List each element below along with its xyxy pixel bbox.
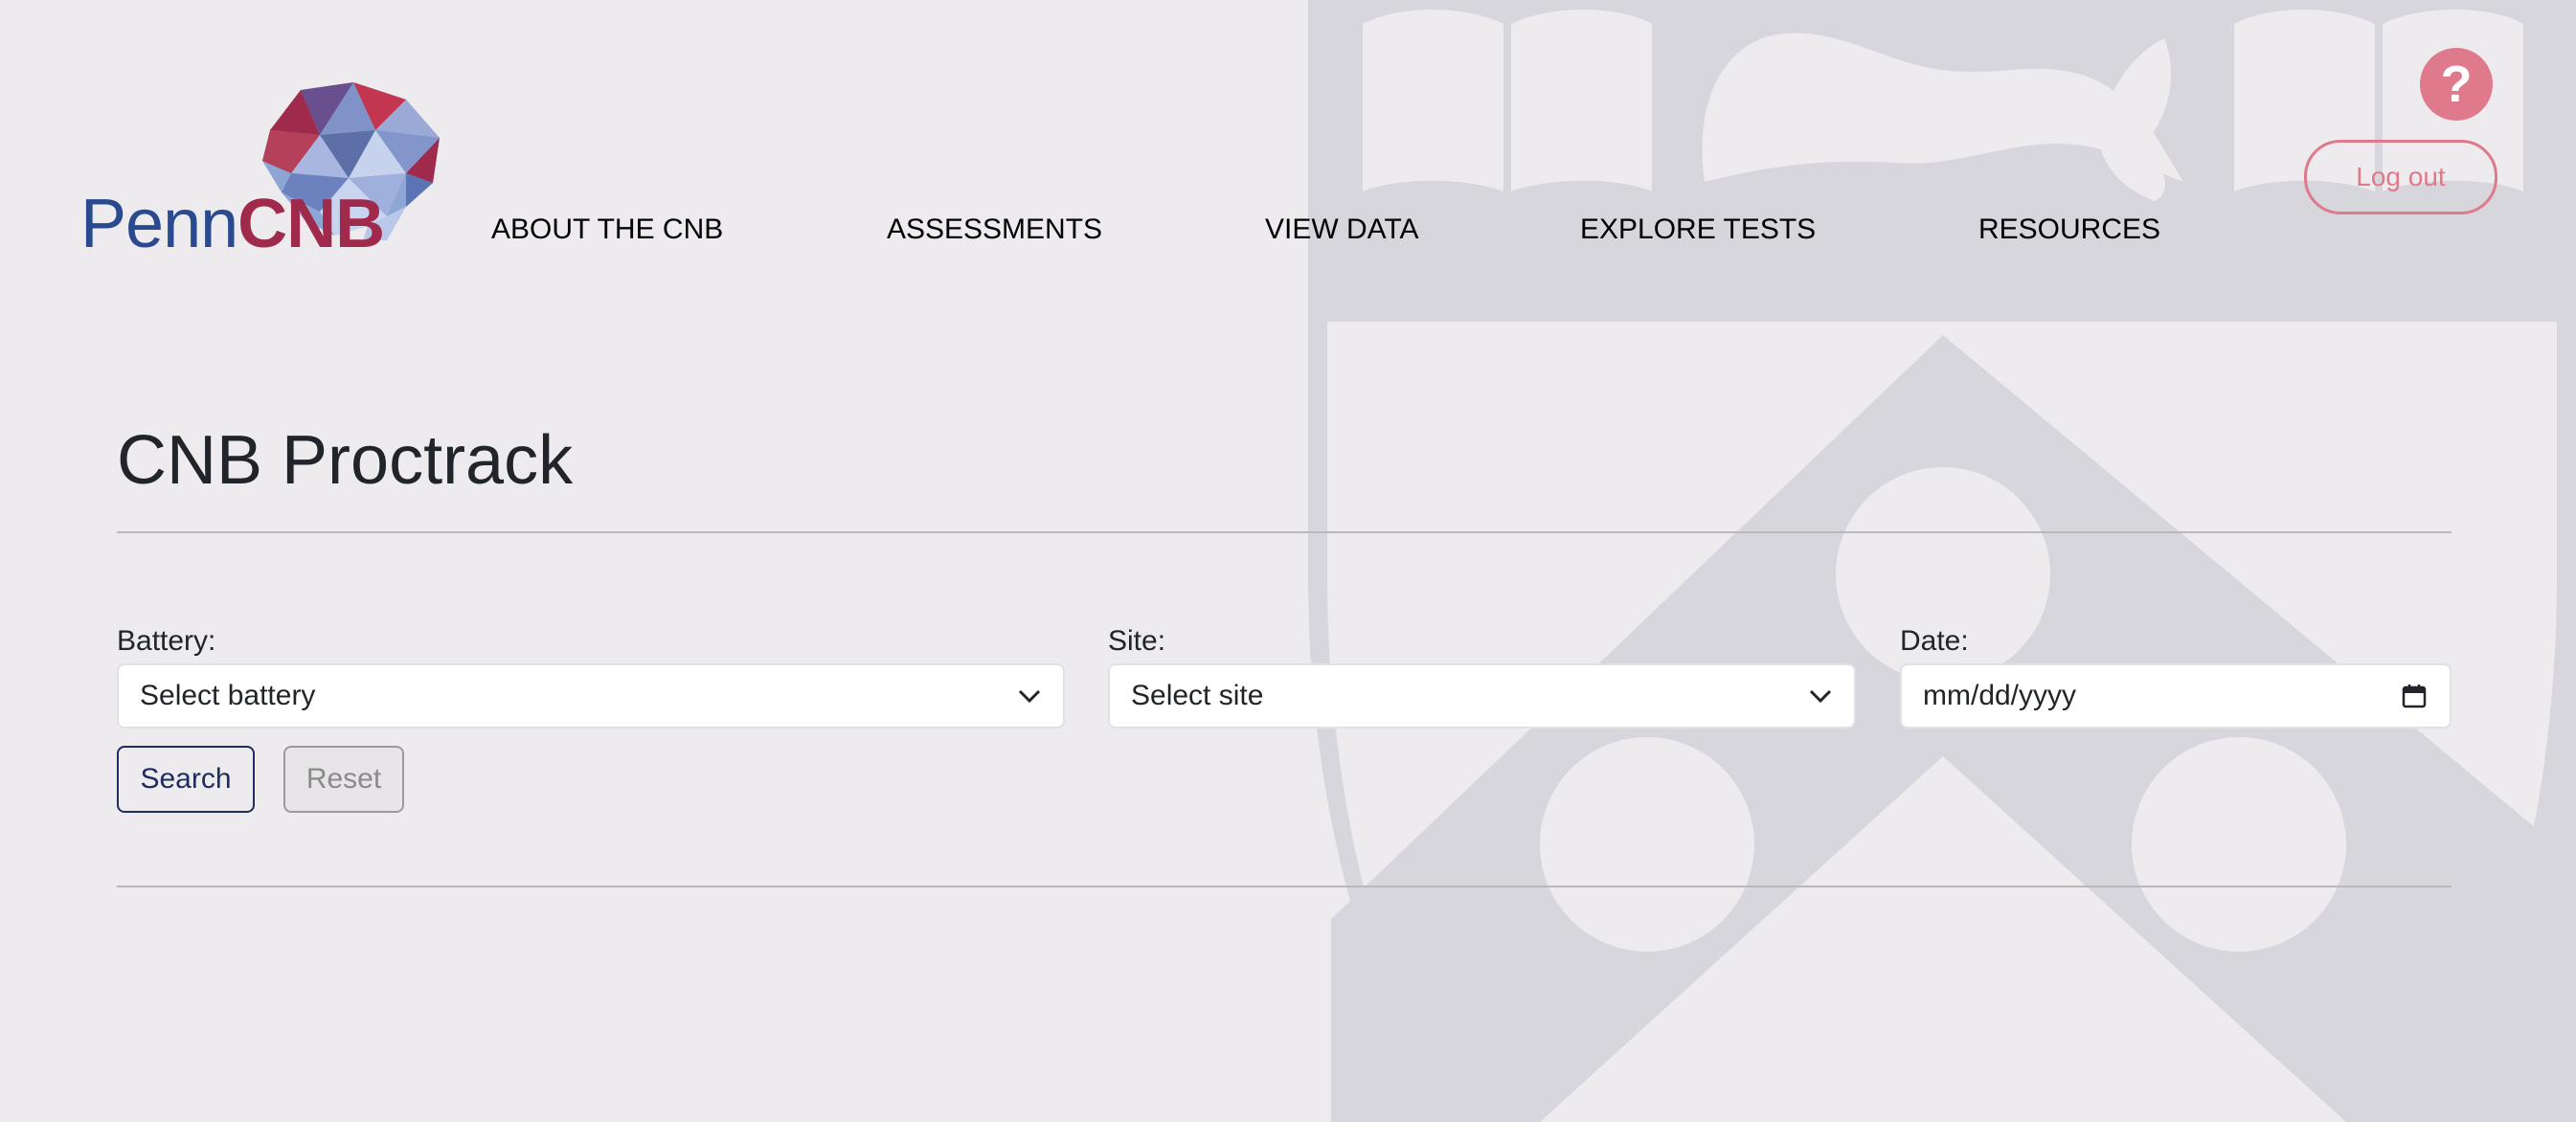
- battery-label: Battery:: [117, 625, 216, 657]
- date-input[interactable]: mm/dd/yyyy: [1900, 663, 2452, 729]
- question-mark-icon: ?: [2440, 56, 2473, 113]
- logout-button[interactable]: Log out: [2304, 140, 2497, 214]
- chevron-down-icon: [1018, 689, 1041, 704]
- nav-item-resources[interactable]: RESOURCES: [1978, 213, 2160, 246]
- chevron-down-icon: [1809, 689, 1832, 704]
- title-divider: [117, 531, 2452, 533]
- battery-select-value: Select battery: [140, 680, 316, 711]
- nav-item-about-the-cnb[interactable]: ABOUT THE CNB: [491, 213, 723, 246]
- nav-item-view-data[interactable]: VIEW DATA: [1265, 213, 1419, 246]
- site-label: Site:: [1108, 625, 1166, 657]
- page-title: CNB Proctrack: [117, 422, 574, 499]
- calendar-icon[interactable]: [2402, 684, 2427, 708]
- site-select-value: Select site: [1131, 680, 1264, 711]
- nav-item-explore-tests[interactable]: EXPLORE TESTS: [1580, 213, 1816, 246]
- reset-button[interactable]: Reset: [283, 746, 404, 813]
- nav-item-assessments[interactable]: ASSESSMENTS: [887, 213, 1102, 246]
- date-input-placeholder: mm/dd/yyyy: [1923, 680, 2077, 711]
- logo-penn-text: Penn: [80, 186, 238, 262]
- form-divider: [117, 886, 2452, 887]
- site-select[interactable]: Select site: [1108, 663, 1856, 729]
- logo-cnb-text: CNB: [237, 186, 385, 262]
- help-button[interactable]: ?: [2420, 48, 2493, 121]
- logo-wordmark: PennCNB: [80, 190, 385, 258]
- penn-cnb-logo[interactable]: PennCNB: [80, 82, 444, 258]
- battery-select[interactable]: Select battery: [117, 663, 1065, 729]
- search-button[interactable]: Search: [117, 746, 255, 813]
- date-label: Date:: [1900, 625, 1969, 657]
